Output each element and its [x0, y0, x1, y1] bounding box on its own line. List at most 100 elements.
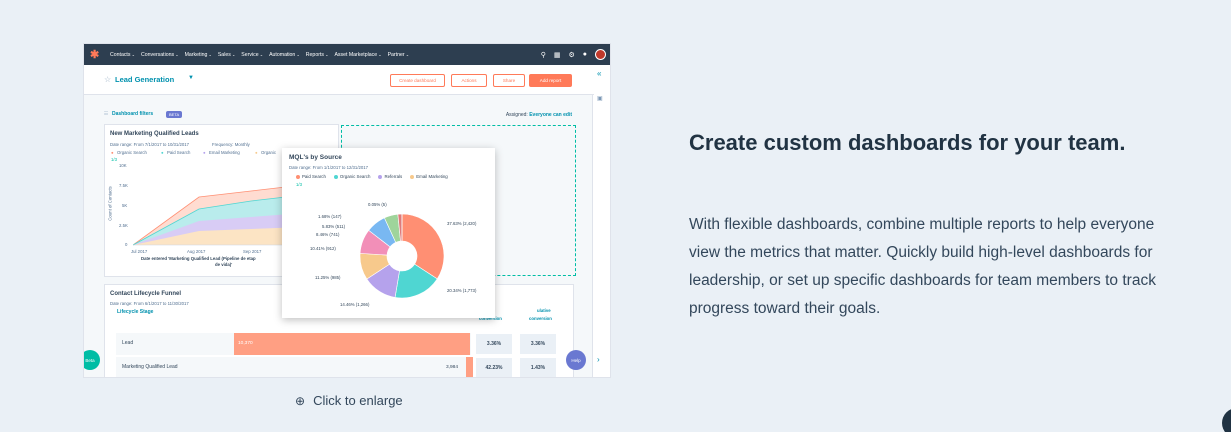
pie-slice-label: 1.68% (147)	[318, 214, 342, 219]
actions-button[interactable]: Actions	[451, 74, 487, 87]
nav-item-automation[interactable]: Automation	[269, 52, 300, 58]
dashboard-title[interactable]: Lead Generation	[115, 75, 174, 84]
conversion-pct: 3.36%	[476, 334, 512, 354]
report-frequency: Frequency: Monthly	[212, 142, 250, 147]
legend-dot-icon	[378, 174, 383, 179]
nav-item-partner[interactable]: Partner	[388, 52, 409, 58]
x-tick: Jul 2017	[131, 249, 148, 254]
pie-slice-label: 14.46% (1,266)	[340, 302, 370, 307]
search-icon[interactable]: ⚲	[541, 51, 546, 59]
click-to-enlarge-label: Click to enlarge	[313, 393, 403, 408]
nav-item-asset-marketplace[interactable]: Asset Marketplace	[334, 52, 381, 58]
assigned-value[interactable]: Everyone can edit	[529, 112, 572, 118]
legend-pager[interactable]: 1/3	[111, 157, 117, 162]
help-button[interactable]: Help	[566, 350, 586, 370]
beta-badge: BETA	[166, 111, 183, 118]
donut-chart: 37.63% (2,420) 20.34% (1,773) 14.46% (1,26…	[310, 202, 477, 307]
assigned-label: Assigned:	[505, 112, 528, 118]
cumulative-pct: 3.36%	[520, 334, 556, 354]
nav-item-sales[interactable]: Sales	[218, 52, 235, 58]
gear-icon[interactable]: ⚙	[568, 51, 574, 59]
pie-slice[interactable]	[401, 213, 445, 280]
dashboard-screenshot[interactable]: ✱ Contacts Conversations Marketing Sales…	[83, 43, 611, 378]
y-tick: 10K	[119, 163, 127, 168]
y-tick: 7.5K	[119, 183, 128, 188]
click-to-enlarge[interactable]: ⊕ Click to enlarge	[295, 393, 403, 408]
pie-slice-label: 0.05% (5)	[368, 202, 387, 207]
legend-item: Organic	[261, 150, 277, 155]
zoom-in-icon: ⊕	[295, 393, 306, 408]
add-report-button[interactable]: Add report	[529, 74, 572, 87]
bell-icon[interactable]: ●	[583, 51, 587, 58]
legend-dot-icon	[333, 174, 338, 179]
pie-slice-label: 20.34% (1,773)	[447, 288, 477, 293]
hubspot-logo-icon[interactable]: ✱	[90, 49, 102, 61]
top-navigation: ✱ Contacts Conversations Marketing Sales…	[84, 44, 610, 65]
pie-slice-label: 10.41% (912)	[310, 246, 336, 251]
conversion-pct: 42.23%	[476, 358, 512, 377]
funnel-row[interactable]: Lead 10,370	[116, 333, 471, 355]
nav-item-reports[interactable]: Reports	[306, 52, 329, 58]
pie-slice-label: 5.83% (511)	[322, 224, 346, 229]
nav-icons: ⚲ ▦ ⚙ ●	[541, 44, 606, 65]
assigned-info: Assigned: Everyone can edit	[506, 112, 572, 118]
x-tick: Sep 2017	[243, 249, 262, 254]
funnel-row[interactable]: Marketing Qualified Lead 3,984	[116, 357, 474, 377]
funnel-row-label: Marketing Qualified Lead	[122, 364, 178, 370]
chevron-down-icon[interactable]: ▼	[188, 75, 194, 81]
filter-icon[interactable]: ☷	[104, 111, 108, 117]
legend-text: Paid Search	[302, 174, 326, 179]
cumulative-header[interactable]: ulative	[537, 308, 551, 313]
cumulative-pct: 1.43%	[520, 358, 556, 377]
lifecycle-stage-header[interactable]: Lifecycle Stage	[117, 309, 153, 315]
x-axis-label-2: de vida)'	[215, 262, 233, 267]
mql-by-source-report[interactable]: MQL's by Source Date range: From 1/1/201…	[282, 148, 495, 318]
legend-dot-icon: ●	[161, 150, 164, 155]
legend-text: Organic Search	[339, 174, 371, 179]
beta-button[interactable]: Beta	[84, 350, 100, 370]
double-chevron-left-icon[interactable]: «	[597, 69, 601, 78]
legend-item: Paid Search	[167, 150, 191, 155]
create-dashboard-button[interactable]: Create dashboard	[390, 74, 445, 87]
pie-slice-label: 11.25% (985)	[315, 275, 341, 280]
share-button[interactable]: Share	[493, 74, 525, 87]
right-rail: « ▣ ›	[592, 65, 610, 377]
nav-item-marketing[interactable]: Marketing	[185, 52, 212, 58]
funnel-row-value: 3,984	[446, 365, 459, 370]
cumulative-conversion-header[interactable]: conversion	[529, 316, 552, 321]
legend-dot-icon: ●	[203, 150, 206, 155]
x-axis-label: Date entered 'Marketing Qualified Lead (…	[141, 256, 256, 261]
legend-item: Paid Search	[296, 174, 326, 179]
funnel-row-value: 10,370	[238, 341, 253, 346]
dashboard-filters-link[interactable]: Dashboard filters	[112, 111, 153, 117]
report-date-range: Date range: From 7/1/2017 to 10/31/2017	[110, 142, 190, 147]
y-tick: 2.5K	[119, 223, 128, 228]
mql-report-title[interactable]: MQL's by Source	[289, 154, 342, 161]
nav-item-contacts[interactable]: Contacts	[110, 52, 135, 58]
mql-legend-pager[interactable]: 1/3	[296, 182, 302, 187]
chat-launcher-button[interactable]	[1222, 408, 1231, 432]
funnel-title[interactable]: Contact Lifecycle Funnel	[110, 291, 181, 297]
legend-text: Email Marketing	[416, 174, 448, 179]
y-tick: 0	[125, 242, 128, 247]
avatar[interactable]	[595, 49, 606, 60]
legend-dot-icon	[296, 174, 300, 179]
feature-headline: Create custom dashboards for your team.	[689, 130, 1126, 155]
funnel-date-range: Date range: From 6/1/2017 to 11/30/2017	[110, 301, 189, 306]
pie-slice-label: 37.63% (2,420)	[447, 221, 477, 226]
marketplace-icon[interactable]: ▦	[554, 51, 561, 59]
y-tick: 5K	[122, 203, 128, 208]
star-icon[interactable]: ☆	[104, 75, 111, 84]
legend-item: Organic Search	[333, 174, 371, 179]
report-title[interactable]: New Marketing Qualified Leads	[110, 131, 199, 137]
chat-icon[interactable]: ▣	[597, 95, 603, 102]
legend-item: Email Marketing	[410, 174, 448, 179]
legend-text: Referrals	[384, 174, 403, 179]
funnel-row-label: Lead	[122, 340, 134, 346]
legend-dot-icon	[410, 174, 415, 179]
funnel-bar	[234, 333, 470, 355]
chevron-right-icon[interactable]: ›	[597, 355, 600, 364]
mql-legend: Paid Search Organic Search Referrals Ema…	[296, 174, 448, 179]
nav-item-conversations[interactable]: Conversations	[141, 52, 179, 58]
nav-item-service[interactable]: Service	[241, 52, 263, 58]
